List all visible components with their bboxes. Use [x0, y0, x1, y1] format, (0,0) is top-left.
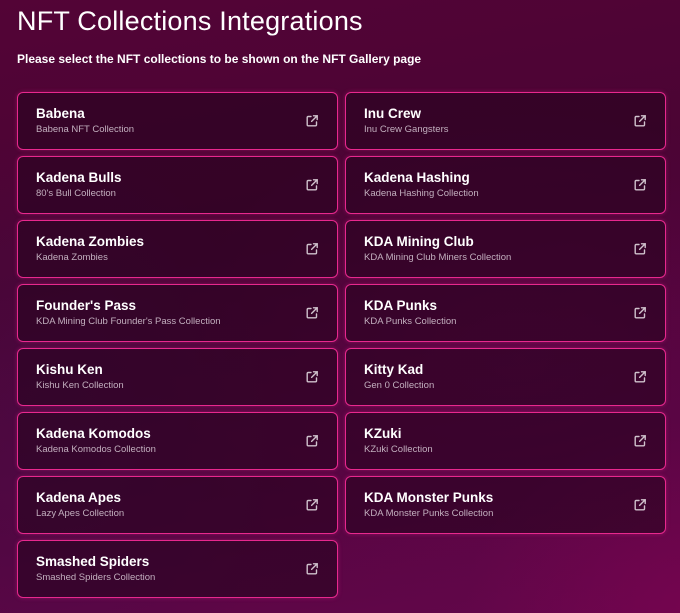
- collection-card-kda-punks[interactable]: KDA Punks KDA Punks Collection: [345, 284, 666, 342]
- collection-name: Kadena Zombies: [36, 234, 145, 249]
- collection-description: Babena NFT Collection: [36, 124, 135, 135]
- collection-name: KDA Mining Club: [364, 234, 474, 249]
- collection-description: Kishu Ken Collection: [36, 380, 124, 391]
- collection-name: Kadena Apes: [36, 490, 122, 505]
- external-link-icon[interactable]: [305, 178, 319, 192]
- collection-name: Kishu Ken: [36, 362, 103, 377]
- collection-name: Kitty Kad: [364, 362, 424, 377]
- collection-card-kishu-ken[interactable]: Kishu Ken Kishu Ken Collection: [17, 348, 338, 406]
- collection-card-smashed-spiders[interactable]: Smashed Spiders Smashed Spiders Collecti…: [17, 540, 338, 598]
- external-link-icon[interactable]: [305, 562, 319, 576]
- external-link-icon[interactable]: [633, 242, 647, 256]
- page-subtitle: Please select the NFT collections to be …: [17, 52, 422, 66]
- collection-card-kadena-komodos[interactable]: Kadena Komodos Kadena Komodos Collection: [17, 412, 338, 470]
- collection-description: Kadena Komodos Collection: [36, 444, 156, 455]
- collection-name: KDA Monster Punks: [364, 490, 494, 505]
- collection-description: Smashed Spiders Collection: [36, 572, 156, 583]
- page-title: NFT Collections Integrations: [17, 6, 363, 36]
- collection-name: Babena: [36, 106, 85, 121]
- external-link-icon[interactable]: [305, 370, 319, 384]
- external-link-icon[interactable]: [633, 434, 647, 448]
- collection-card-founders-pass[interactable]: Founder's Pass KDA Mining Club Founder's…: [17, 284, 338, 342]
- collection-description: 80's Bull Collection: [36, 188, 116, 199]
- collection-card-kda-monster-punks[interactable]: KDA Monster Punks KDA Monster Punks Coll…: [345, 476, 666, 534]
- collection-name: Smashed Spiders: [36, 554, 150, 569]
- external-link-icon[interactable]: [633, 178, 647, 192]
- collection-description: KDA Punks Collection: [364, 316, 457, 327]
- collection-card-kda-mining-club[interactable]: KDA Mining Club KDA Mining Club Miners C…: [345, 220, 666, 278]
- collection-card-babena[interactable]: Babena Babena NFT Collection: [17, 92, 338, 150]
- external-link-icon[interactable]: [305, 242, 319, 256]
- collections-grid: Babena Babena NFT Collection Inu Crew In…: [17, 92, 666, 598]
- collection-card-kitty-kad[interactable]: Kitty Kad Gen 0 Collection: [345, 348, 666, 406]
- external-link-icon[interactable]: [305, 434, 319, 448]
- collection-description: Inu Crew Gangsters: [364, 124, 449, 135]
- collection-description: Gen 0 Collection: [364, 380, 435, 391]
- collection-card-kzuki[interactable]: KZuki KZuki Collection: [345, 412, 666, 470]
- collection-name: Kadena Komodos: [36, 426, 151, 441]
- collection-description: Lazy Apes Collection: [36, 508, 125, 519]
- collection-card-kadena-zombies[interactable]: Kadena Zombies Kadena Zombies: [17, 220, 338, 278]
- collection-name: KDA Punks: [364, 298, 438, 313]
- external-link-icon[interactable]: [633, 114, 647, 128]
- collection-description: KDA Mining Club Founder's Pass Collectio…: [36, 316, 221, 327]
- collection-name: KZuki: [364, 426, 402, 441]
- collection-description: Kadena Zombies: [36, 252, 108, 263]
- external-link-icon[interactable]: [305, 498, 319, 512]
- collection-card-kadena-apes[interactable]: Kadena Apes Lazy Apes Collection: [17, 476, 338, 534]
- collection-description: Kadena Hashing Collection: [364, 188, 479, 199]
- external-link-icon[interactable]: [633, 498, 647, 512]
- external-link-icon[interactable]: [305, 114, 319, 128]
- collection-description: KDA Monster Punks Collection: [364, 508, 494, 519]
- collection-name: Founder's Pass: [36, 298, 136, 313]
- external-link-icon[interactable]: [633, 370, 647, 384]
- external-link-icon[interactable]: [305, 306, 319, 320]
- collection-name: Kadena Hashing: [364, 170, 470, 185]
- collection-card-inu-crew[interactable]: Inu Crew Inu Crew Gangsters: [345, 92, 666, 150]
- nft-integrations-page: { "page": { "title": "NFT Collections In…: [0, 0, 680, 613]
- collection-card-kadena-bulls[interactable]: Kadena Bulls 80's Bull Collection: [17, 156, 338, 214]
- collection-card-kadena-hashing[interactable]: Kadena Hashing Kadena Hashing Collection: [345, 156, 666, 214]
- collection-description: KDA Mining Club Miners Collection: [364, 252, 512, 263]
- collection-name: Inu Crew: [364, 106, 422, 121]
- external-link-icon[interactable]: [633, 306, 647, 320]
- collection-description: KZuki Collection: [364, 444, 433, 455]
- collection-name: Kadena Bulls: [36, 170, 122, 185]
